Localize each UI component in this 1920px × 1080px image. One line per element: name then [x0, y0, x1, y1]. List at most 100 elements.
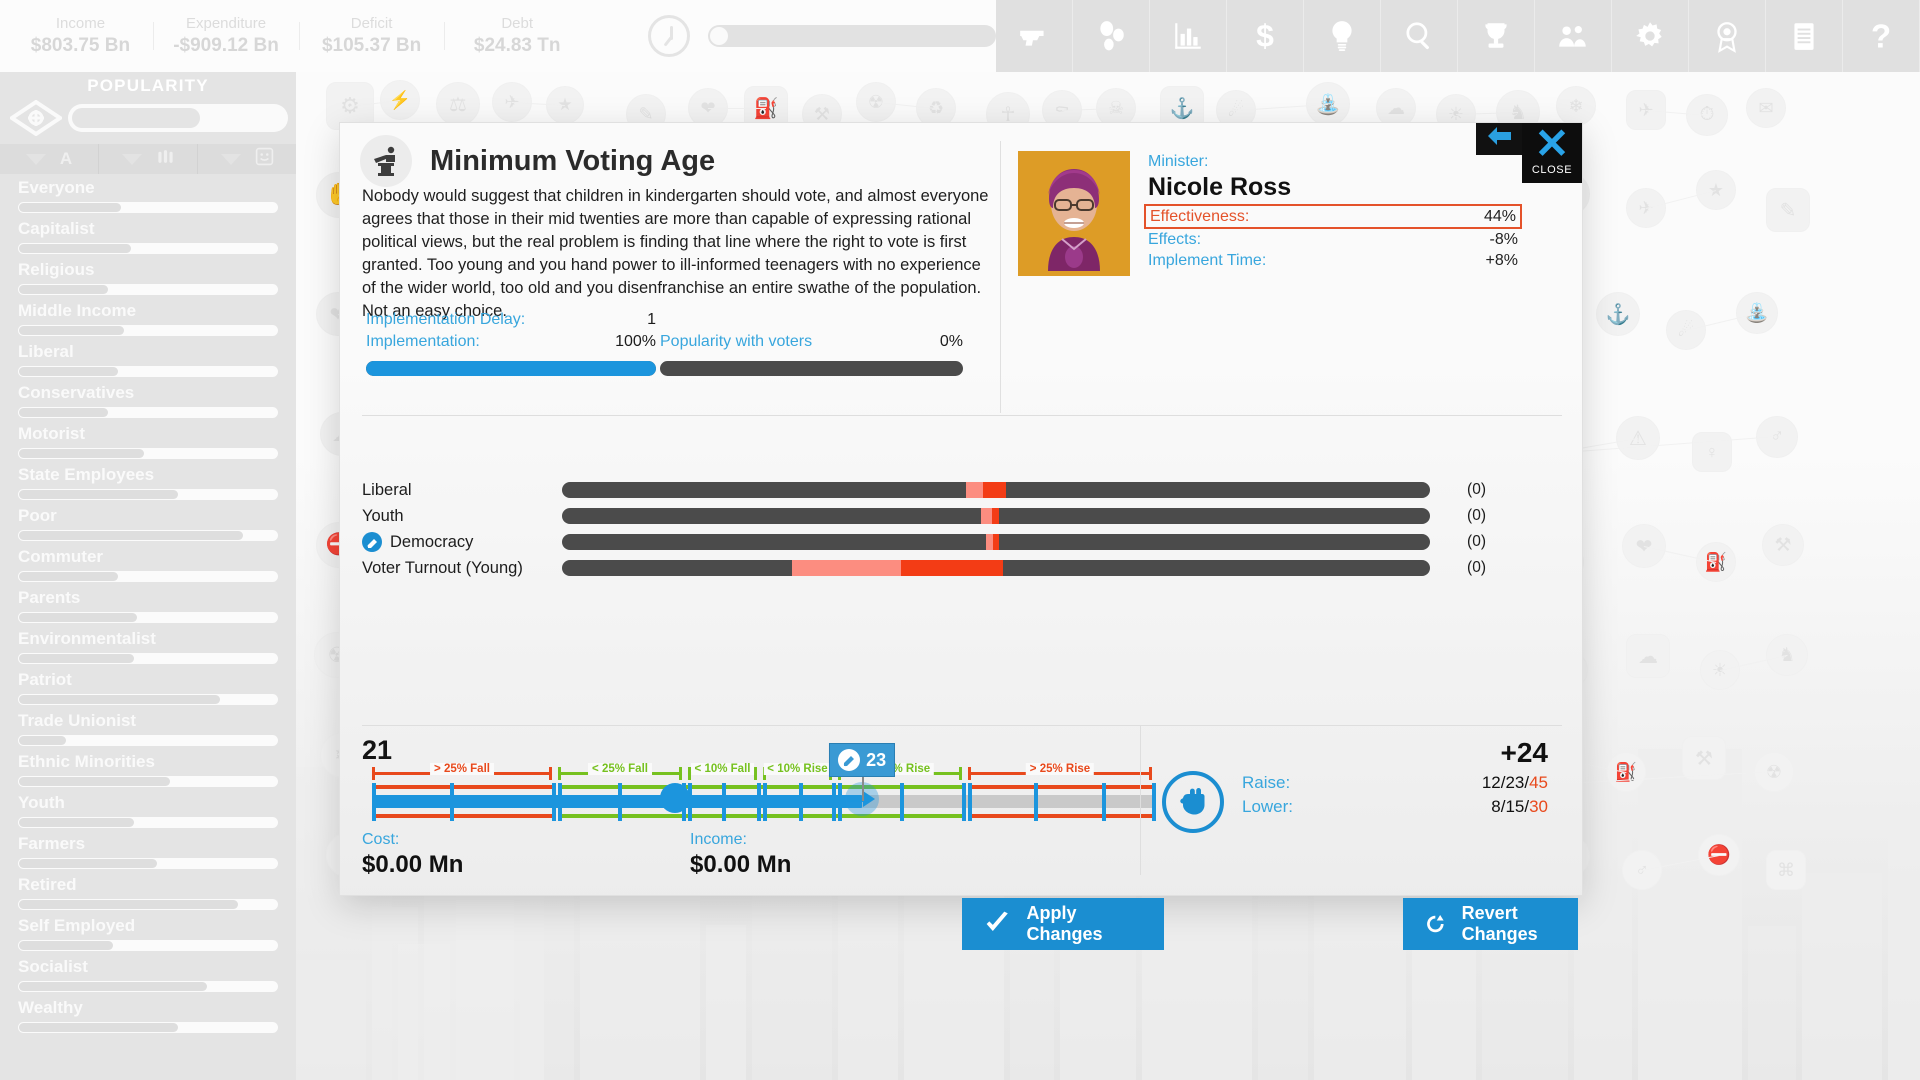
stat-income-label: Income [55, 15, 106, 32]
minister-effectiveness-row: Effectiveness: 44% [1144, 204, 1522, 229]
popularity-group-conservatives[interactable]: Conservatives [0, 381, 296, 418]
popularity-group-label: State Employees [18, 465, 155, 484]
policy-cost-label: Cost: [362, 831, 400, 848]
effect-bar-light-segment [985, 534, 993, 550]
back-button[interactable] [1476, 123, 1522, 155]
effect-bar [562, 560, 1430, 576]
policy-income: Income: $0.00 Mn [690, 829, 1018, 880]
people-group-icon[interactable] [1535, 0, 1612, 72]
background-policy-node: ⚒ [1762, 524, 1804, 566]
popularity-group-commuter[interactable]: Commuter [0, 545, 296, 582]
effect-row[interactable]: Liberal (0) [362, 477, 1562, 503]
effect-row[interactable]: Voter Turnout (Young) (0) [362, 555, 1562, 581]
policy-band-end-tick [372, 767, 375, 780]
popularity-group-label: Poor [18, 506, 57, 525]
question-mark-icon[interactable]: ? [1843, 0, 1920, 72]
effect-name-cell: Voter Turnout (Young) [362, 559, 562, 578]
effect-row[interactable]: Youth (0) [362, 503, 1562, 529]
popularity-group-self-employed[interactable]: Self Employed [0, 914, 296, 951]
stat-income[interactable]: Income $803.75 Bn [8, 10, 154, 62]
popularity-group-bar-fill [19, 654, 134, 663]
skyline-building [752, 872, 832, 1080]
popularity-group-ethnic-minorities[interactable]: Ethnic Minorities [0, 750, 296, 787]
eye-icon[interactable] [8, 99, 64, 137]
effect-row[interactable]: Democracy (0) [362, 529, 1562, 555]
game-screen: ⚙⚡⚖✈★✎❤⛽⚒☢♻☥⚰☠⚓☄⛲☁☀♞❄✈⏱✉✋⚠♀♂⛔⌘⚙⚡⚖✈★✎❤⛽⚒☢… [0, 0, 1920, 1080]
popularity-group-parents[interactable]: Parents [0, 586, 296, 623]
popularity-group-retired[interactable]: Retired [0, 873, 296, 910]
stat-debt[interactable]: Debt $24.83 Tn [444, 10, 590, 62]
filter-sort-happiness[interactable] [198, 144, 296, 174]
policies-icon[interactable] [1073, 0, 1150, 72]
popularity-group-trade-unionist[interactable]: Trade Unionist [0, 709, 296, 746]
popularity-group-poor[interactable]: Poor [0, 504, 296, 541]
minister-name: Nicole Ross [1148, 173, 1292, 201]
minister-effects-value: -8% [1489, 231, 1518, 248]
bar-chart-icon[interactable] [1150, 0, 1227, 72]
filter-sort-population[interactable] [99, 144, 198, 174]
popularity-group-wealthy[interactable]: Wealthy [0, 996, 296, 1033]
minister-details: Minister: Nicole Ross Effectiveness: 44%… [1144, 151, 1522, 276]
popularity-group-patriot[interactable]: Patriot [0, 668, 296, 705]
popularity-filter-bar: A [0, 144, 296, 174]
popularity-group-bar [18, 530, 278, 541]
policy-lower-label: Lower: [1242, 797, 1294, 816]
game-speed-slider-knob[interactable] [709, 27, 728, 45]
trophy-icon[interactable] [1458, 0, 1535, 72]
implementation-progress-bar [366, 361, 656, 376]
policy-value-slider[interactable]: > 25% Fall < 25% Fall < 10% Fall < 10% Rise… [362, 743, 1156, 821]
popularity-group-capitalist[interactable]: Capitalist [0, 217, 296, 254]
minister-label: Minister: [1148, 153, 1209, 170]
revert-changes-button[interactable]: Revert Changes [1403, 898, 1578, 950]
popularity-group-state-employees[interactable]: State Employees [0, 463, 296, 500]
policy-raise-value: 12/23/45 [1481, 773, 1548, 792]
popularity-group-environmentalist[interactable]: Environmentalist [0, 627, 296, 664]
policy-cost: Cost: $0.00 Mn [362, 829, 690, 880]
apply-changes-button[interactable]: Apply Changes [962, 898, 1164, 950]
medal-icon[interactable] [1689, 0, 1766, 72]
close-button[interactable]: ✕ CLOSE [1522, 123, 1582, 183]
stat-deficit[interactable]: Deficit $105.37 Bn [298, 10, 445, 62]
popularity-group-youth[interactable]: Youth [0, 791, 296, 828]
gear-icon[interactable] [1612, 0, 1689, 72]
policy-income-label: Income: [690, 831, 747, 848]
stat-debt-value: $24.83 Tn [473, 35, 561, 56]
popularity-header-controls [0, 98, 296, 138]
effect-name: Liberal [362, 480, 412, 499]
implementation-label: Implementation: [366, 333, 480, 350]
policy-description: Nobody would suggest that children in ki… [362, 187, 989, 320]
popularity-group-farmers[interactable]: Farmers [0, 832, 296, 869]
popularity-group-bar-fill [19, 613, 137, 622]
popularity-group-bar [18, 817, 278, 828]
skyline-building [456, 891, 544, 1080]
popularity-group-motorist[interactable]: Motorist [0, 422, 296, 459]
policy-lower-value: 8/15/30 [1491, 797, 1548, 816]
main-toolbar: $ ? [996, 0, 1920, 72]
policy-current-handle[interactable] [660, 783, 691, 813]
minister-panel[interactable]: Minister: Nicole Ross Effectiveness: 44%… [1018, 151, 1522, 276]
clock-icon[interactable] [647, 15, 690, 57]
popularity-group-socialist[interactable]: Socialist [0, 955, 296, 992]
popularity-group-everyone[interactable]: Everyone [0, 176, 296, 213]
filter-sort-alpha[interactable]: A [0, 144, 99, 174]
lightbulb-icon[interactable] [1304, 0, 1381, 72]
effect-bar-solid-segment [992, 534, 999, 550]
popularity-group-middle-income[interactable]: Middle Income [0, 299, 296, 336]
stat-expenditure[interactable]: Expenditure -$909.12 Bn [153, 10, 299, 62]
minister-portrait [1018, 151, 1130, 276]
popularity-slider[interactable] [68, 104, 288, 132]
pistol-icon[interactable] [996, 0, 1073, 72]
policy-band-rail-red-right [968, 785, 1152, 789]
policy-tick [838, 783, 842, 821]
popularity-group-liberal[interactable]: Liberal [0, 340, 296, 377]
policy-band-rail-red-left [372, 785, 552, 789]
popularity-group-religious[interactable]: Religious [0, 258, 296, 295]
game-speed-slider[interactable] [707, 25, 996, 47]
document-icon[interactable] [1766, 0, 1843, 72]
skyline-building [1638, 749, 1742, 1080]
popularity-group-label: Youth [18, 793, 65, 812]
skyline-building [1802, 873, 1882, 1080]
dollar-icon[interactable]: $ [1227, 0, 1304, 72]
search-icon[interactable] [1381, 0, 1458, 72]
checkmark-icon [986, 911, 1008, 932]
